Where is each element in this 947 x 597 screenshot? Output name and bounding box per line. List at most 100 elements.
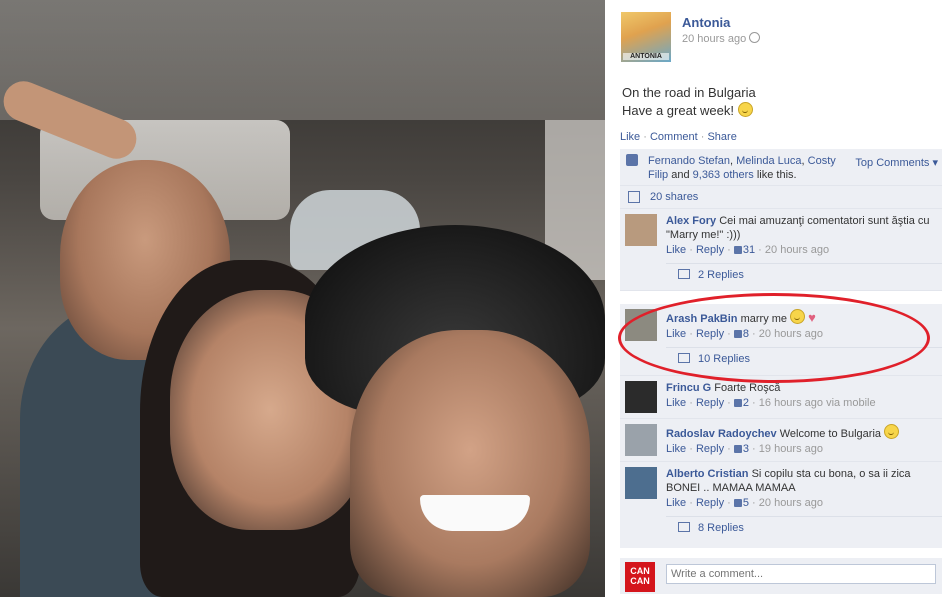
smiley-icon — [737, 102, 753, 117]
commenter-avatar[interactable] — [625, 381, 657, 413]
likes-and: and — [668, 169, 693, 181]
separator: · — [643, 131, 647, 143]
commenter-name[interactable]: Frincu G — [666, 382, 711, 394]
comment-likes-number: 2 — [742, 397, 749, 409]
post-photo[interactable] — [0, 0, 605, 597]
replies-link[interactable]: 10 Replies — [666, 347, 942, 371]
comment-composer: CAN CAN — [620, 558, 942, 594]
top-comments-label: Top Comments — [855, 157, 930, 169]
comment-time[interactable]: 20 hours ago — [759, 328, 823, 340]
comment-time[interactable]: 20 hours ago — [759, 497, 823, 509]
post-text-line2: Have a great week! — [622, 102, 756, 120]
post-actions: Like · Comment · Share — [620, 131, 737, 143]
feedback-box: Fernando Stefan, Melinda Luca, Costy Fil… — [620, 149, 942, 548]
comment-text: Foarte Roşcă — [714, 382, 781, 394]
likes-row: Fernando Stefan, Melinda Luca, Costy Fil… — [620, 149, 942, 186]
comment-meta: Like · Reply · 2 · 16 hours ago via mobi… — [666, 397, 876, 409]
comment-likes-number: 31 — [742, 244, 756, 256]
commenter-avatar[interactable] — [625, 214, 657, 246]
replies-count: 10 Replies — [698, 353, 750, 365]
comment-item: Alex Fory Cei mai amuzanţi comentatori s… — [620, 209, 942, 291]
comment-gap — [620, 291, 942, 304]
comment-like-link[interactable]: Like — [666, 443, 686, 455]
comment-link[interactable]: Comment — [650, 131, 698, 143]
commenter-avatar[interactable] — [625, 467, 657, 499]
comment-likes-number: 5 — [742, 497, 749, 509]
reply-icon — [678, 522, 690, 532]
caret-down-icon: ▾ — [932, 157, 938, 169]
author-name[interactable]: Antonia — [682, 15, 730, 30]
shares-row: 20 shares — [620, 186, 942, 209]
comment-likes-number: 3 — [742, 443, 749, 455]
comment-meta: Like · Reply · 3 · 19 hours ago — [666, 443, 823, 455]
comment-likes-count[interactable]: 31 — [733, 244, 756, 256]
like-link[interactable]: Like — [620, 131, 640, 143]
comment-body: Arash PakBin marry me ♥ Like · Reply · 8… — [666, 304, 942, 341]
comment-like-link[interactable]: Like — [666, 328, 686, 340]
commenter-avatar[interactable] — [625, 309, 657, 341]
comment-text: marry me — [740, 313, 788, 325]
thumbs-up-icon — [626, 154, 638, 166]
cancan-logo[interactable]: CAN CAN — [625, 562, 655, 592]
replies-link[interactable]: 8 Replies — [666, 516, 942, 540]
share-icon — [628, 191, 640, 203]
likes-sentence: Fernando Stefan, Melinda Luca, Costy Fil… — [648, 155, 836, 181]
comment-item: Arash PakBin marry me ♥ Like · Reply · 8… — [620, 304, 942, 376]
comment-like-link[interactable]: Like — [666, 497, 686, 509]
reply-icon — [678, 269, 690, 279]
comment-likes-count[interactable]: 3 — [733, 443, 749, 455]
commenter-name[interactable]: Alberto Cristian — [666, 468, 749, 480]
post-text-line2-text: Have a great week! — [622, 103, 735, 118]
comment-body: Radoslav Radoychev Welcome to Bulgaria L… — [666, 419, 942, 456]
comment-time[interactable]: 19 hours ago — [759, 443, 823, 455]
comment-body: Alex Fory Cei mai amuzanţi comentatori s… — [666, 209, 942, 257]
comment-item: Alberto Cristian Si copilu sta cu bona, … — [620, 462, 942, 548]
thumbs-up-icon — [733, 399, 742, 407]
post-panel: ANTONIA Antonia 20 hours ago On the road… — [605, 0, 947, 597]
liker-name[interactable]: Fernando Stefan — [648, 155, 730, 167]
comment-like-link[interactable]: Like — [666, 244, 686, 256]
comment-body: Frincu G Foarte Roşcă Like · Reply · 2 ·… — [666, 376, 942, 410]
author-avatar[interactable]: ANTONIA — [621, 12, 671, 62]
replies-count: 2 Replies — [698, 269, 744, 281]
commenter-name[interactable]: Alex Fory — [666, 215, 716, 227]
top-comments-dropdown[interactable]: Top Comments ▾ — [855, 156, 938, 169]
comment-reply-link[interactable]: Reply — [696, 397, 724, 409]
commenter-name[interactable]: Arash PakBin — [666, 313, 738, 325]
wink-emoji-icon — [790, 309, 806, 324]
comment-likes-count[interactable]: 5 — [733, 497, 749, 509]
post-text: On the road in Bulgaria Have a great wee… — [622, 84, 756, 120]
comment-body: Alberto Cristian Si copilu sta cu bona, … — [666, 462, 942, 510]
replies-count: 8 Replies — [698, 522, 744, 534]
comment-reply-link[interactable]: Reply — [696, 328, 724, 340]
comment-likes-count[interactable]: 2 — [733, 397, 749, 409]
comment-likes-count[interactable]: 8 — [733, 328, 749, 340]
share-link[interactable]: Share — [707, 131, 736, 143]
comment-reply-link[interactable]: Reply — [696, 244, 724, 256]
comment-item: Radoslav Radoychev Welcome to Bulgaria L… — [620, 419, 942, 462]
commenter-name[interactable]: Radoslav Radoychev — [666, 428, 777, 440]
comment-time[interactable]: 20 hours ago — [765, 244, 829, 256]
replies-link[interactable]: 2 Replies — [666, 263, 942, 287]
comment-text: Welcome to Bulgaria — [779, 428, 882, 440]
separator: · — [700, 131, 705, 143]
thumbs-up-icon — [733, 499, 742, 507]
globe-icon — [749, 32, 761, 43]
write-comment-input[interactable] — [666, 564, 936, 584]
comment-time[interactable]: 16 hours ago — [759, 397, 823, 409]
comment-meta: Like · Reply · 5 · 20 hours ago — [666, 497, 823, 509]
comment-meta: Like · Reply · 31 · 20 hours ago — [666, 244, 830, 256]
liker-name[interactable]: Melinda Luca — [736, 155, 801, 167]
commenter-avatar[interactable] — [625, 424, 657, 456]
avatar-label: ANTONIA — [623, 53, 669, 60]
post-time-text: 20 hours ago — [682, 33, 747, 45]
heart-icon: ♥ — [808, 310, 816, 325]
likes-others-link[interactable]: 9,363 others — [693, 169, 754, 181]
comment-reply-link[interactable]: Reply — [696, 497, 724, 509]
shares-link[interactable]: 20 shares — [650, 191, 698, 203]
comment-meta: Like · Reply · 8 · 20 hours ago — [666, 328, 823, 340]
post-timestamp[interactable]: 20 hours ago — [682, 32, 761, 45]
comment-like-link[interactable]: Like — [666, 397, 686, 409]
comment-reply-link[interactable]: Reply — [696, 443, 724, 455]
comment-item: Frincu G Foarte Roşcă Like · Reply · 2 ·… — [620, 376, 942, 419]
